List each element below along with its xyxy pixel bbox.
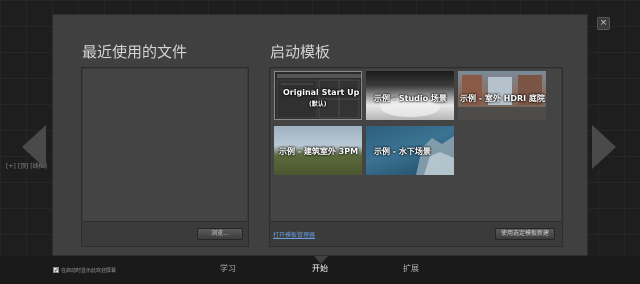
template-label: Original Start Up <box>283 88 360 97</box>
tab-extend[interactable]: 扩展 <box>403 263 419 274</box>
close-icon[interactable]: × <box>597 17 610 30</box>
welcome-dialog: 最近使用的文件 浏览... 启动模板 Original Start Up (默认… <box>52 14 588 256</box>
show-on-startup-label: 在启动时显示此欢迎屏幕 <box>61 268 117 274</box>
open-template-manager-link[interactable]: 打开模板管理器 <box>273 230 315 239</box>
template-label: 示例 - 建筑室外 3PM <box>279 147 359 156</box>
recent-files-title: 最近使用的文件 <box>82 43 188 61</box>
template-original-start-up[interactable]: Original Start Up (默认) <box>274 71 362 120</box>
template-architectural-exterior-3pm[interactable]: 示例 - 建筑室外 3PM <box>274 126 362 175</box>
template-studio-scene[interactable]: 示例 - Studio 场景 <box>366 71 454 120</box>
create-from-template-button[interactable]: 使用选定模板新建 <box>495 228 555 240</box>
template-outdoor-hdri-courtyard[interactable]: 示例 - 室外 HDRI 庭院 <box>458 71 546 120</box>
template-label: 示例 - Studio 场景 <box>374 94 447 103</box>
template-underwater-scene[interactable]: 示例 - 水下场景 <box>366 126 454 175</box>
template-label: 示例 - 室外 HDRI 庭院 <box>460 94 545 103</box>
recent-files-list[interactable] <box>83 69 247 222</box>
recent-files-panel: 浏览... <box>81 67 249 247</box>
template-label: 示例 - 水下场景 <box>374 147 431 156</box>
next-page-arrow-icon[interactable] <box>592 125 616 169</box>
tab-start[interactable]: 开始 <box>312 263 328 274</box>
templates-panel: Original Start Up (默认) 示例 - Studio 场景 示例… <box>269 67 563 247</box>
show-on-startup-checkbox[interactable]: ✓ <box>53 267 59 274</box>
templates-grid: Original Start Up (默认) 示例 - Studio 场景 示例… <box>271 69 561 222</box>
startup-templates-title: 启动模板 <box>270 43 331 61</box>
tab-learn[interactable]: 学习 <box>220 263 236 274</box>
template-sublabel: (默认) <box>309 101 327 108</box>
previous-page-arrow-icon[interactable] <box>22 125 46 169</box>
browse-button[interactable]: 浏览... <box>197 228 243 240</box>
